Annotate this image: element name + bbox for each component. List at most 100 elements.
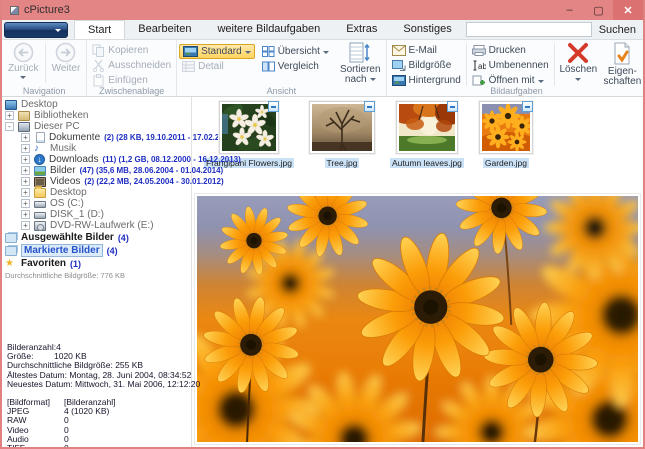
folder-icon — [34, 188, 46, 198]
tab-start[interactable]: Start — [74, 20, 125, 39]
tree-item-markierte-bilder[interactable]: Markierte Bilder(4) — [2, 244, 191, 257]
garden-preview-image — [197, 196, 638, 442]
tree-item-dvd-rw-e[interactable]: +DVD-RW-Laufwerk (E:) — [2, 220, 191, 231]
folder-meta: (2) (28 KB, 19.10.2011 - 17.02.2012) — [104, 133, 235, 142]
folder-tree-panel: Desktop +Bibliotheken -Dieser PC +Dokume… — [2, 97, 192, 447]
tree-item-os-c[interactable]: +OS (C:) — [2, 198, 191, 209]
forward-label: Weiter — [52, 63, 81, 74]
forward-button[interactable]: Weiter — [48, 41, 85, 74]
thumbnail-garden[interactable]: Garden.jpg — [479, 101, 533, 168]
thumbnail-tree[interactable]: Tree.jpg — [309, 101, 375, 168]
thumbnail-autumn-leaves[interactable]: Autumn leaves.jpg — [390, 101, 464, 168]
music-icon — [34, 144, 46, 154]
tree-thumbnail-image — [312, 104, 372, 151]
copy-button[interactable]: Kopieren — [89, 43, 174, 58]
app-icon — [10, 6, 19, 15]
standard-view-button[interactable]: Standard — [179, 44, 255, 59]
rename-text-cursor-icon: ab — [472, 60, 486, 71]
count-badge: (1) — [70, 259, 81, 269]
pc-icon — [18, 122, 30, 132]
compare-button[interactable]: Vergleich — [259, 59, 332, 74]
folder-meta: (11) (1,2 GB, 08.12.2000 - 16.12.2013) — [102, 155, 240, 164]
count-badge: (4) — [118, 233, 129, 243]
library-icon — [18, 111, 30, 121]
print-button[interactable]: Drucken — [469, 43, 552, 58]
tree-item-bibliotheken[interactable]: +Bibliotheken — [2, 110, 191, 121]
tree-item-dieser-pc[interactable]: -Dieser PC — [2, 121, 191, 132]
tree-item-desktop[interactable]: +Desktop — [2, 187, 191, 198]
collapse-icon[interactable]: - — [5, 122, 14, 131]
resize-image-icon — [392, 60, 406, 71]
minimize-button[interactable]: – — [555, 0, 584, 20]
format-row-audio: Audio0 — [7, 435, 200, 444]
expand-icon[interactable]: + — [5, 111, 14, 120]
tree-item-videos[interactable]: +Videos(2) (22,2 MB, 24.05.2004 - 30.01.… — [2, 176, 191, 187]
tree-item-bilder[interactable]: +Bilder(47) (35,6 MB, 28.06.2004 - 01.04… — [2, 165, 191, 176]
open-with-icon — [472, 75, 486, 86]
thumbnail-checkbox[interactable] — [447, 101, 458, 112]
back-button[interactable]: Zurück — [4, 41, 43, 80]
expand-icon[interactable]: + — [21, 210, 30, 219]
thumbnail-checkbox[interactable] — [364, 101, 375, 112]
chevron-down-icon — [575, 78, 581, 84]
tree-item-favoriten[interactable]: Favoriten(1) — [2, 257, 191, 270]
close-button[interactable]: ✕ — [613, 0, 643, 20]
copy-icon — [92, 44, 105, 57]
delete-button[interactable]: Löschen — [556, 41, 600, 82]
thumbnail-filename[interactable]: Autumn leaves.jpg — [390, 158, 464, 168]
delete-x-icon — [566, 42, 590, 64]
stat-image-count: Bilderanzahl:4 — [7, 343, 200, 352]
thumbnail-checkbox[interactable] — [522, 101, 533, 112]
ribbon-group-clipboard: Kopieren Ausschneiden Einfügen Zwischena… — [87, 40, 177, 96]
back-arrow-icon — [13, 42, 34, 63]
properties-button[interactable]: Eigen-schaften — [600, 41, 644, 87]
tab-extras[interactable]: Extras — [333, 20, 390, 39]
grid-icon — [262, 46, 275, 57]
tree-item-disk1-d[interactable]: +DISK_1 (D:) — [2, 209, 191, 220]
thumbnail-filename[interactable]: Garden.jpg — [483, 158, 529, 168]
expand-icon[interactable]: + — [21, 177, 30, 186]
application-menu-button[interactable] — [4, 22, 68, 38]
tab-weitere-bildaufgaben[interactable]: weitere Bildaufgaben — [204, 20, 333, 39]
tree-item-dokumente[interactable]: +Dokumente(2) (28 KB, 19.10.2011 - 17.02… — [2, 132, 191, 143]
expand-icon[interactable]: + — [21, 166, 30, 175]
tab-sonstiges[interactable]: Sonstiges — [390, 20, 464, 39]
thumbnail-filename[interactable]: Tree.jpg — [325, 158, 360, 168]
sort-button[interactable]: Sortieren nach — [337, 41, 384, 85]
expand-icon[interactable]: + — [21, 221, 30, 230]
email-button[interactable]: E-Mail — [389, 43, 464, 58]
folder-meta: (47) (35,6 MB, 28.06.2004 - 01.04.2014) — [80, 166, 224, 175]
expand-icon[interactable]: + — [21, 144, 30, 153]
picture-icon — [183, 46, 198, 57]
tree-item-ausgewaehlte-bilder[interactable]: Ausgewählte Bilder(4) — [2, 231, 191, 244]
properties-page-icon — [610, 42, 634, 66]
overview-button[interactable]: Übersicht — [259, 44, 332, 59]
app-window: cPicture3 – ▢ ✕ Start Bearbeiten weitere… — [0, 0, 645, 449]
expand-icon[interactable]: + — [21, 199, 30, 208]
image-preview-area[interactable] — [194, 193, 641, 445]
search-button[interactable]: Suchen — [592, 24, 643, 36]
chevron-down-icon — [20, 76, 26, 82]
ribbon-group-image-tasks: E-Mail Bildgröße Hintergrund Dru — [387, 40, 645, 96]
tree-item-downloads[interactable]: +Downloads(11) (1,2 GB, 08.12.2000 - 16.… — [2, 154, 191, 165]
tree-item-musik[interactable]: +Musik — [2, 143, 191, 154]
expand-icon[interactable]: + — [21, 188, 30, 197]
ribbon: Zurück Weiter Navigation Kopieren — [2, 40, 643, 97]
expand-icon[interactable]: + — [21, 155, 30, 164]
expand-icon[interactable]: + — [21, 133, 30, 142]
format-row-raw: RAW0 — [7, 416, 200, 425]
image-size-button[interactable]: Bildgröße — [389, 58, 464, 73]
thumbnail-checkbox[interactable] — [268, 101, 279, 112]
tree-item-desktop-root[interactable]: Desktop — [2, 99, 191, 110]
search-input[interactable] — [466, 22, 592, 37]
tab-bearbeiten[interactable]: Bearbeiten — [125, 20, 204, 39]
cut-button[interactable]: Ausschneiden — [89, 58, 174, 73]
image-browser-panel: Frangipani Flowers.jpg — [192, 97, 643, 447]
rename-button[interactable]: ab Umbenennen — [469, 58, 552, 73]
marked-images-icon — [5, 246, 17, 256]
maximize-button[interactable]: ▢ — [584, 0, 613, 20]
drive-icon — [34, 212, 46, 219]
printer-icon — [472, 45, 486, 56]
ribbon-tab-bar: Start Bearbeiten weitere Bildaufgaben Ex… — [2, 20, 643, 40]
detail-view-button[interactable]: Detail — [179, 59, 255, 74]
